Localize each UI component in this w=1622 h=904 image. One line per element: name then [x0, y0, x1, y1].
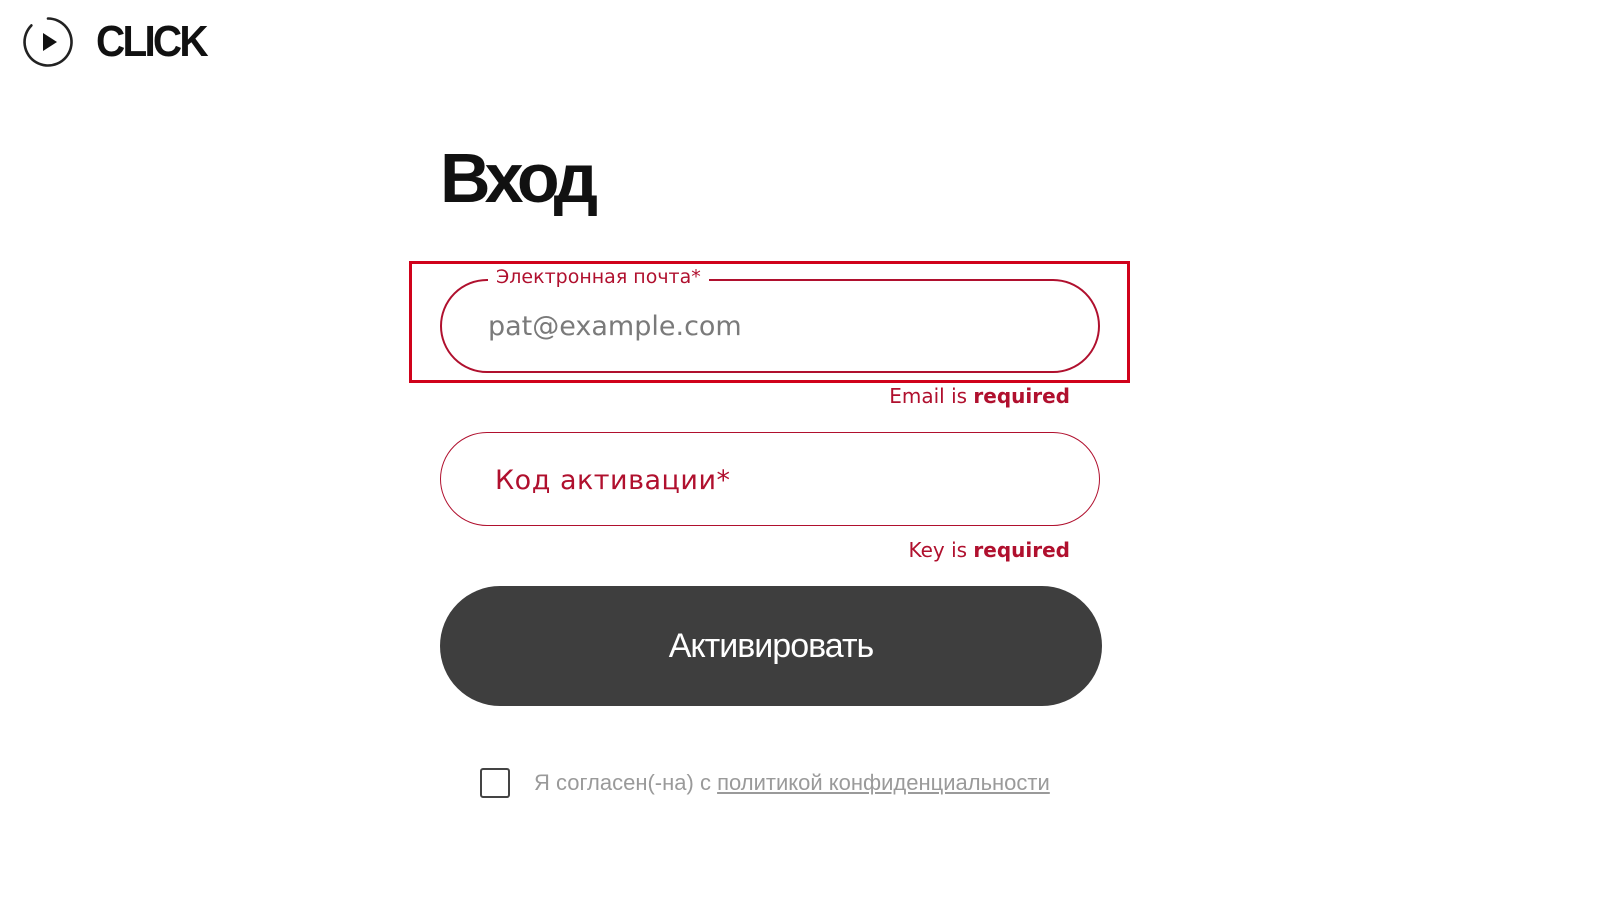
brand-logo[interactable]: CLICK: [22, 14, 215, 70]
key-error-text: Key is: [908, 538, 974, 562]
key-error-strong: required: [973, 538, 1070, 562]
page-title: Вход: [440, 139, 598, 217]
privacy-consent: Я согласен(-на) с политикой конфиденциал…: [480, 768, 1050, 798]
consent-checkbox[interactable]: [480, 768, 510, 798]
activate-button[interactable]: Активировать: [440, 586, 1102, 706]
logo-text: CLICK: [96, 17, 209, 66]
activation-key-field[interactable]: Код активации*: [440, 432, 1100, 526]
email-field[interactable]: Электронная почта*: [440, 266, 1100, 373]
email-error-text: Email is: [889, 384, 974, 408]
consent-label: Я согласен(-на) с: [534, 770, 718, 795]
key-error-message: Key is required: [908, 538, 1070, 562]
privacy-policy-link[interactable]: политикой конфиденциальности: [717, 770, 1050, 795]
activation-key-label: Код активации*: [495, 465, 731, 496]
play-circle-icon: [23, 17, 73, 67]
consent-text: Я согласен(-на) с политикой конфиденциал…: [534, 770, 1050, 796]
email-error-message: Email is required: [889, 384, 1070, 408]
email-error-strong: required: [973, 384, 1070, 408]
email-input[interactable]: [488, 281, 1048, 371]
login-page: CLICK Вход Электронная почта* Email is r…: [0, 0, 1622, 904]
